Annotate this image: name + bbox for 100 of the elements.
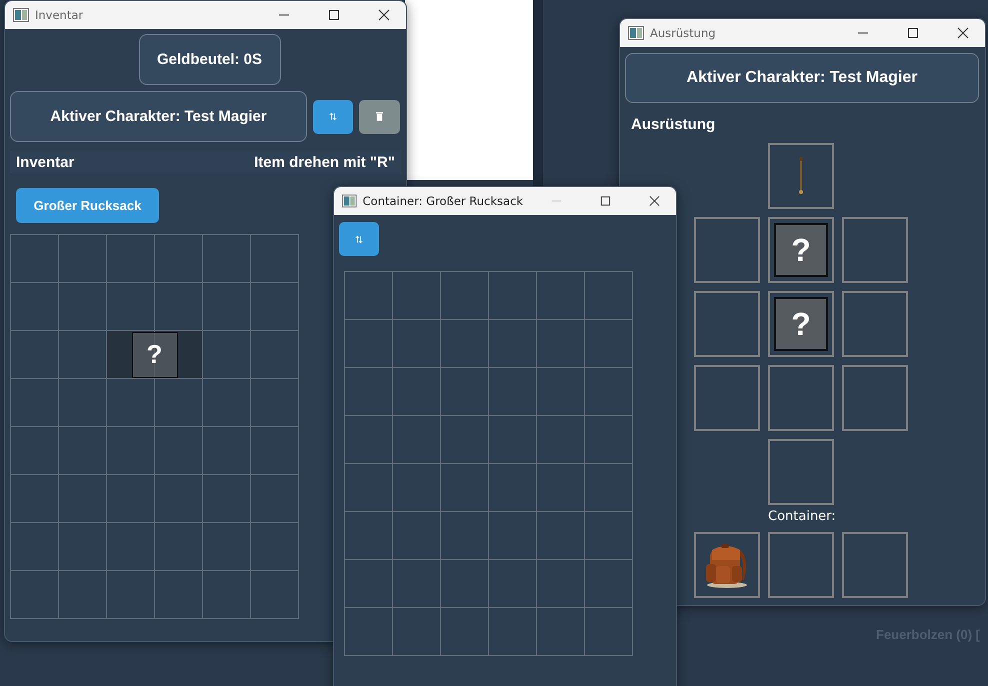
grid-cell[interactable]: [155, 427, 203, 475]
grid-cell[interactable]: [585, 608, 633, 656]
equipment-slot[interactable]: [768, 365, 834, 431]
grid-cell[interactable]: [203, 475, 251, 523]
grid-cell[interactable]: [155, 475, 203, 523]
grid-cell[interactable]: [393, 464, 441, 512]
equipment-slot[interactable]: [694, 217, 760, 283]
grid-cell[interactable]: [203, 379, 251, 427]
grid-cell[interactable]: [441, 368, 489, 416]
grid-cell[interactable]: [107, 235, 155, 283]
grid-cell[interactable]: [585, 368, 633, 416]
grid-cell[interactable]: [489, 368, 537, 416]
grid-cell[interactable]: [393, 512, 441, 560]
grid-cell[interactable]: [11, 523, 59, 571]
grid-cell[interactable]: [107, 475, 155, 523]
grid-cell[interactable]: [537, 368, 585, 416]
grid-cell[interactable]: [11, 235, 59, 283]
grid-cell[interactable]: [393, 368, 441, 416]
grid-cell[interactable]: [11, 427, 59, 475]
grid-cell[interactable]: [59, 379, 107, 427]
maximize-icon[interactable]: [600, 195, 612, 207]
delete-button[interactable]: [359, 100, 400, 134]
equipment-slot[interactable]: [842, 365, 908, 431]
grid-cell[interactable]: [11, 475, 59, 523]
grid-cell[interactable]: [537, 512, 585, 560]
grid-cell[interactable]: [251, 331, 299, 379]
close-icon[interactable]: [957, 27, 969, 39]
grid-cell[interactable]: [441, 464, 489, 512]
grid-cell[interactable]: [489, 608, 537, 656]
grid-cell[interactable]: [585, 560, 633, 608]
grid-cell[interactable]: [203, 235, 251, 283]
grid-cell[interactable]: [203, 427, 251, 475]
item-placeholder[interactable]: ?: [107, 331, 203, 379]
grid-cell[interactable]: [393, 416, 441, 464]
grid-cell[interactable]: [441, 512, 489, 560]
grid-cell[interactable]: [441, 608, 489, 656]
grid-cell[interactable]: [345, 464, 393, 512]
grid-cell[interactable]: [59, 283, 107, 331]
grid-cell[interactable]: [585, 512, 633, 560]
grid-cell[interactable]: [251, 379, 299, 427]
grid-cell[interactable]: [251, 571, 299, 619]
grid-cell[interactable]: [251, 235, 299, 283]
grid-cell[interactable]: [11, 331, 59, 379]
grid-cell[interactable]: [585, 272, 633, 320]
grid-cell[interactable]: [59, 571, 107, 619]
grid-cell[interactable]: [11, 571, 59, 619]
grid-cell[interactable]: [489, 560, 537, 608]
grid-cell[interactable]: [251, 523, 299, 571]
grid-cell[interactable]: [537, 416, 585, 464]
grid-cell[interactable]: [107, 427, 155, 475]
equipment-slot[interactable]: [694, 291, 760, 357]
grid-cell[interactable]: [441, 272, 489, 320]
swap-button[interactable]: [313, 100, 353, 134]
close-icon[interactable]: [378, 9, 390, 21]
grid-cell[interactable]: [345, 416, 393, 464]
grid-cell[interactable]: [537, 320, 585, 368]
grid-cell[interactable]: [203, 523, 251, 571]
container-slot[interactable]: [694, 532, 760, 598]
grid-cell[interactable]: [393, 560, 441, 608]
grid-cell[interactable]: [489, 320, 537, 368]
close-icon[interactable]: [649, 195, 660, 207]
grid-cell[interactable]: [441, 416, 489, 464]
grid-cell[interactable]: [251, 427, 299, 475]
grid-cell[interactable]: [489, 464, 537, 512]
grid-cell[interactable]: [203, 571, 251, 619]
container-slot[interactable]: [768, 532, 834, 598]
grid-cell[interactable]: [537, 560, 585, 608]
grid-cell[interactable]: [345, 320, 393, 368]
grid-cell[interactable]: [585, 320, 633, 368]
grid-cell[interactable]: [11, 283, 59, 331]
grid-cell[interactable]: [585, 464, 633, 512]
grid-cell[interactable]: [489, 272, 537, 320]
grid-cell[interactable]: [251, 475, 299, 523]
grid-cell[interactable]: [155, 523, 203, 571]
equipment-slot[interactable]: [842, 291, 908, 357]
grid-cell[interactable]: [489, 512, 537, 560]
grid-cell[interactable]: [203, 283, 251, 331]
container-slot[interactable]: [842, 532, 908, 598]
grid-cell[interactable]: [59, 523, 107, 571]
equipment-slot[interactable]: ?: [768, 291, 834, 357]
grid-cell[interactable]: [441, 560, 489, 608]
equipment-slot[interactable]: ?: [768, 217, 834, 283]
equipment-slot[interactable]: [842, 217, 908, 283]
grid-cell[interactable]: [345, 368, 393, 416]
grid-cell[interactable]: [59, 235, 107, 283]
grid-cell[interactable]: [345, 608, 393, 656]
grid-cell[interactable]: [107, 523, 155, 571]
maximize-icon[interactable]: [907, 27, 919, 39]
grid-cell[interactable]: [585, 416, 633, 464]
equipment-slot[interactable]: [694, 365, 760, 431]
grid-cell[interactable]: [537, 272, 585, 320]
grid-cell[interactable]: [59, 427, 107, 475]
grid-cell[interactable]: [155, 571, 203, 619]
grid-cell[interactable]: [345, 560, 393, 608]
grid-cell[interactable]: [537, 608, 585, 656]
maximize-icon[interactable]: [328, 9, 340, 21]
grid-cell[interactable]: [345, 512, 393, 560]
grid-cell[interactable]: [107, 571, 155, 619]
grid-cell[interactable]: [489, 416, 537, 464]
grid-cell[interactable]: [251, 283, 299, 331]
